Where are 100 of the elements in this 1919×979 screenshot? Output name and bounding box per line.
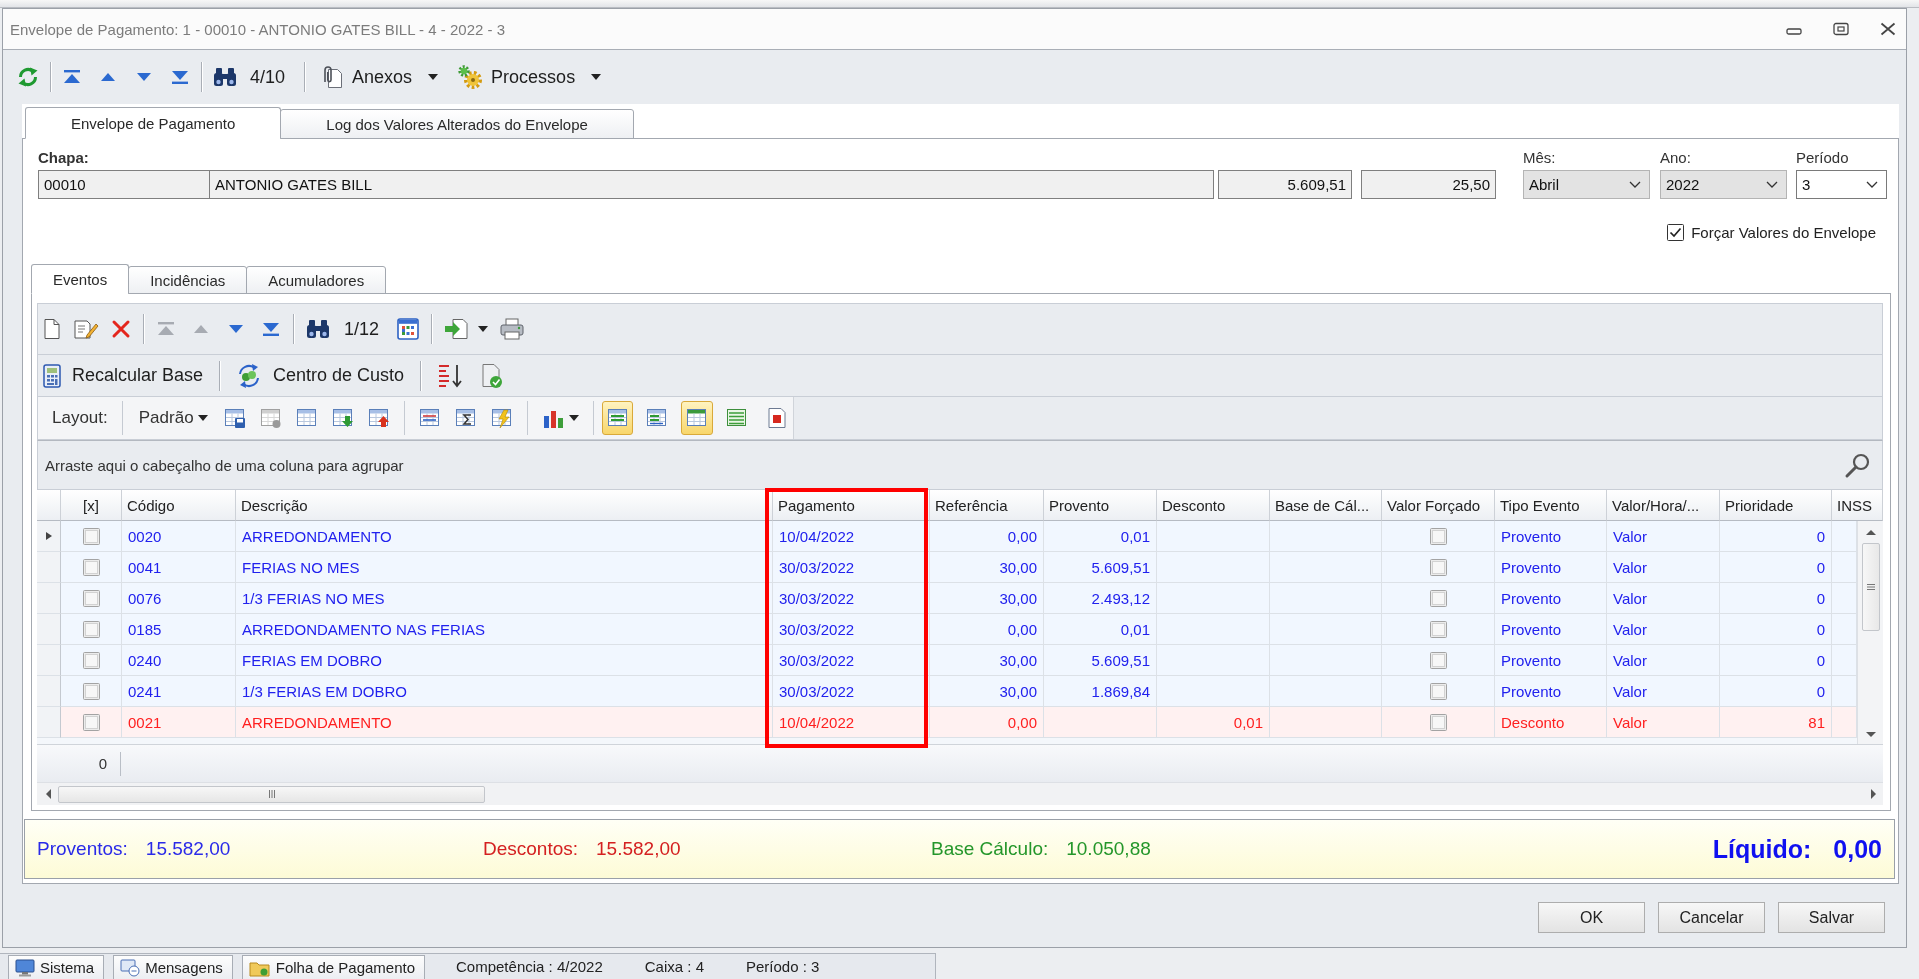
scrollbar-thumb[interactable] (1861, 543, 1880, 631)
tab[interactable]: Envelope de Pagamento (25, 107, 282, 139)
checkbox-label[interactable]: Forçar Valores do Envelope (1691, 224, 1876, 241)
column-header[interactable]: Prioridade (1720, 490, 1832, 521)
caret-icon[interactable] (478, 326, 489, 332)
checkbox[interactable] (82, 620, 100, 638)
taskbar-tab[interactable]: Sistema (8, 955, 105, 979)
column-header[interactable]: Base de Cál... (1270, 490, 1382, 521)
close-icon[interactable] (1879, 22, 1897, 36)
column-header[interactable]: Valor/Hora/... (1607, 490, 1720, 521)
skip-to-bottom-icon[interactable] (261, 321, 281, 337)
table-rows-icon[interactable] (418, 407, 441, 429)
monitor-icon[interactable] (15, 958, 35, 977)
tab[interactable]: Incidências (128, 266, 248, 294)
checkbox[interactable] (1429, 558, 1447, 576)
column-header[interactable]: Tipo Evento (1495, 490, 1607, 521)
table-cell: Valor (1607, 552, 1720, 583)
document-icon[interactable] (766, 407, 789, 429)
amount-field[interactable]: 5.609,51 (1218, 170, 1352, 199)
checkbox[interactable] (1429, 589, 1447, 607)
column-header[interactable]: Valor Forçado (1382, 490, 1495, 521)
cost-center-button[interactable]: Centro de Custo (236, 362, 405, 389)
calculator-icon[interactable] (43, 363, 61, 388)
recalculate-button[interactable]: Recalcular Base (43, 363, 204, 388)
table-icon[interactable] (606, 407, 629, 429)
search-icon[interactable] (1844, 451, 1872, 479)
column-header[interactable]: Pagamento (773, 490, 930, 521)
processes-menu-button[interactable]: Processos (453, 60, 606, 94)
tab[interactable]: Acumuladores (246, 266, 387, 294)
sum-icon[interactable] (454, 407, 477, 429)
checkbox[interactable] (82, 651, 100, 669)
checkbox[interactable] (82, 713, 100, 731)
skip-to-top-icon[interactable] (62, 69, 82, 85)
column-header[interactable]: Código (122, 490, 236, 521)
caret-icon[interactable] (568, 415, 579, 421)
table-icon[interactable] (686, 407, 709, 429)
scroll-left-icon[interactable] (45, 788, 52, 800)
calendar-grid-icon[interactable] (397, 318, 420, 340)
amount-field[interactable]: 25,50 (1361, 170, 1496, 199)
gears-icon[interactable] (457, 64, 484, 90)
edit-document-icon[interactable] (73, 318, 99, 340)
column-header[interactable]: Desconto (1157, 490, 1270, 521)
taskbar-tab[interactable]: Mensagens (113, 955, 233, 979)
view-toggle-button[interactable] (601, 401, 634, 435)
scroll-down-icon[interactable] (1864, 731, 1877, 738)
printer-icon[interactable] (500, 318, 525, 340)
checkbox[interactable] (82, 589, 100, 607)
document-check-icon[interactable] (481, 362, 504, 389)
name-field[interactable]: ANTONIO GATES BILL (209, 170, 1214, 199)
tab[interactable]: Eventos (31, 264, 130, 294)
binoculars-icon[interactable] (306, 319, 330, 339)
column-header[interactable]: INSS (1832, 490, 1883, 521)
checkbox[interactable] (1429, 682, 1447, 700)
view-toggle-button[interactable] (681, 401, 714, 435)
chevron-down-icon[interactable] (1866, 181, 1878, 188)
table-icon[interactable] (295, 407, 318, 429)
checkbox[interactable] (1667, 224, 1685, 241)
save-layout-icon[interactable] (223, 407, 246, 429)
scroll-right-icon[interactable] (1870, 788, 1877, 800)
skip-to-bottom-icon[interactable] (170, 69, 190, 85)
dialog-button[interactable]: Cancelar (1658, 902, 1765, 933)
tab[interactable]: Log dos Valores Alterados do Envelope (280, 109, 634, 139)
scrollbar-thumb[interactable] (58, 785, 485, 803)
table-icon[interactable] (646, 407, 669, 429)
checkbox[interactable] (82, 558, 100, 576)
horizontal-scrollbar[interactable] (37, 782, 1883, 805)
caret-icon[interactable] (197, 415, 208, 421)
striped-sheet-icon[interactable] (726, 407, 749, 429)
column-header[interactable]: Descrição (236, 490, 773, 521)
table-lightning-icon[interactable] (490, 407, 513, 429)
column-header[interactable]: Provento (1044, 490, 1157, 521)
layout-preset-dropdown[interactable]: Padrão (136, 408, 210, 428)
taskbar-tab[interactable]: Folha de Pagamento (241, 955, 425, 979)
checkbox[interactable] (82, 527, 100, 545)
checkbox[interactable] (1429, 651, 1447, 669)
binoculars-icon[interactable] (213, 67, 237, 87)
checkbox[interactable] (1429, 713, 1447, 731)
vertical-scrollbar[interactable] (1857, 521, 1883, 744)
dropdown[interactable]: 3 (1796, 170, 1887, 199)
column-header[interactable]: Referência (930, 490, 1044, 521)
code-field[interactable]: 00010 (38, 170, 210, 199)
checkbox[interactable] (1429, 527, 1447, 545)
new-document-icon[interactable] (43, 318, 61, 340)
dialog-button[interactable]: OK (1538, 902, 1645, 933)
checkbox[interactable] (1429, 620, 1447, 638)
chat-window-icon[interactable] (120, 958, 141, 977)
checkbox[interactable] (82, 682, 100, 700)
caret-icon[interactable] (591, 74, 602, 80)
column-header[interactable]: [x] (61, 490, 122, 521)
scroll-up-icon[interactable] (1864, 529, 1877, 536)
delete-icon[interactable] (111, 319, 131, 339)
table-cell: 0 (1720, 521, 1832, 552)
table-cell: 81 (1720, 707, 1832, 738)
restore-icon[interactable] (1832, 22, 1850, 36)
caret-icon[interactable] (428, 74, 439, 80)
table-icon[interactable] (259, 407, 282, 429)
attachments-menu-button[interactable]: Anexos (316, 60, 443, 94)
field-label: Chapa: (38, 149, 90, 166)
dialog-button[interactable]: Salvar (1778, 902, 1885, 933)
refresh-icon[interactable] (17, 66, 39, 88)
